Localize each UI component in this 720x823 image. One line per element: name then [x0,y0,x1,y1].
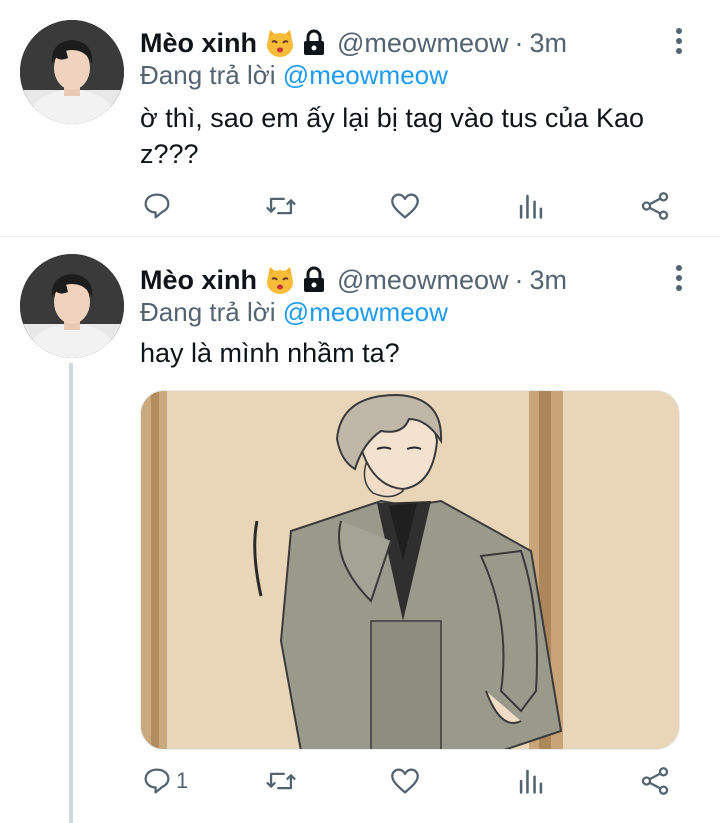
action-bar: 1 [140,761,680,801]
avatar[interactable] [20,20,124,124]
thread-line [69,363,73,823]
like-button[interactable] [388,761,422,801]
timestamp[interactable]: 3m [529,265,567,296]
share-icon [641,192,669,220]
retweet-icon [266,772,296,790]
retweet-button[interactable] [264,761,298,801]
share-button[interactable] [638,761,672,801]
views-button[interactable] [514,186,548,226]
like-button[interactable] [388,186,422,226]
mention-link[interactable]: @meowmeow [283,297,448,327]
views-icon [519,194,543,219]
handle[interactable]: @meowmeow [337,28,508,59]
separator-dot: · [514,264,524,295]
display-name[interactable]: Mèo xinh [140,28,257,59]
reply-button[interactable]: 1 [140,761,188,801]
separator-dot: · [514,27,524,58]
tweet-media-image[interactable] [140,390,680,750]
lock-icon [301,266,327,294]
timestamp[interactable]: 3m [529,28,567,59]
share-button[interactable] [638,186,672,226]
reply-icon [144,768,170,794]
replying-to: Đang trả lời @meowmeow [140,60,448,91]
tweet-text: hay là mình nhầm ta? [140,338,400,368]
retweet-button[interactable] [264,186,298,226]
replying-to: Đang trả lời @meowmeow [140,297,448,328]
share-icon [641,767,669,795]
more-vertical-icon[interactable] [674,28,684,56]
replying-prefix: Đang trả lời [140,60,276,90]
tweet[interactable]: Mèo xinh @meowmeow · 3m Đang trả lời @me… [0,0,720,236]
tweet-header: Mèo xinh @meowmeow · 3m [140,26,567,60]
kissing-cat-emoji-icon [265,265,295,295]
replying-prefix: Đang trả lời [140,297,276,327]
display-name[interactable]: Mèo xinh [140,265,257,296]
views-icon [519,769,543,794]
lock-icon [301,29,327,57]
retweet-icon [266,197,296,215]
tweet-text: ờ thì, sao em ấy lại bị tag vào tus của … [140,103,644,169]
heart-icon [391,768,419,794]
reply-icon [144,193,170,219]
more-vertical-icon[interactable] [674,265,684,293]
handle[interactable]: @meowmeow [337,265,508,296]
heart-icon [391,193,419,219]
kissing-cat-emoji-icon [265,28,295,58]
tweet-header: Mèo xinh @meowmeow · 3m [140,263,567,297]
reply-button[interactable] [140,186,174,226]
views-button[interactable] [514,761,548,801]
avatar[interactable] [20,254,124,358]
reply-count: 1 [176,768,189,793]
action-bar [140,186,680,226]
mention-link[interactable]: @meowmeow [283,60,448,90]
tweet[interactable]: Mèo xinh @meowmeow · 3m Đang trả lời @me… [0,237,720,823]
